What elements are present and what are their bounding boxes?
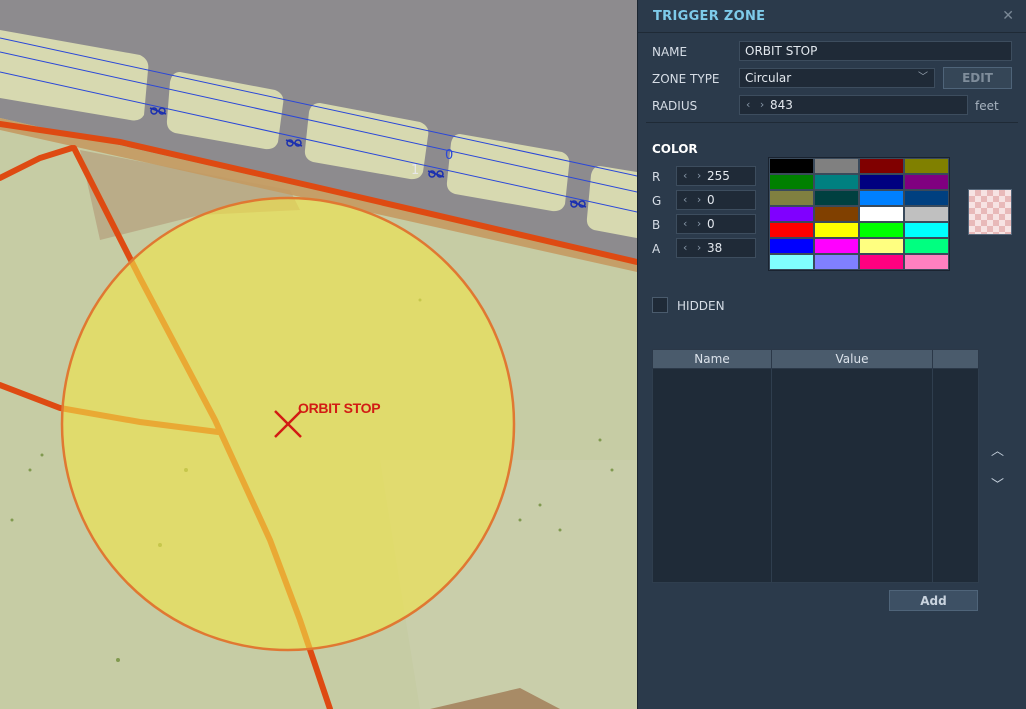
color-swatch[interactable] [769, 206, 814, 222]
hidden-label: HIDDEN [677, 299, 725, 313]
color-swatch[interactable] [769, 174, 814, 190]
color-swatch[interactable] [769, 158, 814, 174]
a-stepper[interactable]: ‹ › 38 [676, 238, 756, 258]
radius-value: 843 [770, 98, 793, 112]
zone-type-value: Circular [745, 71, 792, 85]
color-swatch[interactable] [769, 238, 814, 254]
color-swatch[interactable] [814, 174, 859, 190]
table-cell[interactable] [932, 368, 979, 583]
column-header-value[interactable]: Value [771, 349, 933, 369]
spinner-arrows-icon[interactable]: ‹ › [683, 215, 704, 233]
a-label: A [652, 242, 661, 256]
map-number-label: 0 [445, 148, 454, 163]
column-header-name[interactable]: Name [652, 349, 772, 369]
color-swatch[interactable] [904, 222, 949, 238]
color-swatch[interactable] [769, 254, 814, 270]
g-label: G [652, 194, 662, 208]
color-swatch[interactable] [859, 206, 904, 222]
color-swatch[interactable] [859, 254, 904, 270]
edit-button[interactable]: EDIT [943, 67, 1012, 89]
r-stepper[interactable]: ‹ › 255 [676, 166, 756, 186]
spinner-arrows-icon[interactable]: ‹ › [683, 191, 704, 209]
color-swatch[interactable] [904, 174, 949, 190]
add-button[interactable]: Add [889, 590, 978, 611]
color-swatch[interactable] [904, 238, 949, 254]
spinner-arrows-icon[interactable]: ‹ › [683, 167, 704, 185]
color-swatch[interactable] [904, 206, 949, 222]
radius-label: RADIUS [652, 99, 698, 113]
move-up-icon[interactable]: ︿ [991, 440, 1004, 459]
panel-title: TRIGGER ZONE [653, 9, 766, 24]
a-value: 38 [707, 241, 723, 255]
color-swatch[interactable] [769, 190, 814, 206]
color-swatch[interactable] [904, 190, 949, 206]
divider [646, 122, 1018, 123]
b-value: 0 [707, 217, 715, 231]
r-label: R [652, 170, 661, 184]
color-swatch[interactable] [859, 222, 904, 238]
move-down-icon[interactable]: ﹀ [991, 474, 1004, 493]
g-stepper[interactable]: ‹ › 0 [676, 190, 756, 210]
color-swatch[interactable] [814, 158, 859, 174]
color-swatch[interactable] [904, 254, 949, 270]
color-swatch[interactable] [859, 190, 904, 206]
zone-type-label: ZONE TYPE [652, 72, 720, 86]
close-icon[interactable]: ✕ [1002, 8, 1014, 24]
table-cell[interactable] [771, 368, 933, 583]
map-view[interactable]: ORBIT STOP 1 0 [0, 0, 637, 709]
color-swatch[interactable] [814, 190, 859, 206]
color-preview [968, 189, 1012, 235]
color-swatch[interactable] [904, 158, 949, 174]
color-swatch[interactable] [814, 238, 859, 254]
color-heading: COLOR [652, 142, 698, 156]
spinner-arrows-icon[interactable]: ‹ › [746, 96, 767, 114]
zone-label: ORBIT STOP [298, 400, 381, 416]
trigger-zone-panel: TRIGGER ZONE ✕ NAME ORBIT STOP ZONE TYPE… [637, 0, 1026, 709]
properties-table: Name Value [652, 349, 979, 583]
name-input[interactable]: ORBIT STOP [739, 41, 1012, 61]
spinner-arrows-icon[interactable]: ‹ › [683, 239, 704, 257]
color-swatch[interactable] [859, 238, 904, 254]
hidden-checkbox[interactable] [652, 297, 668, 313]
column-header-blank [932, 349, 979, 369]
color-swatch[interactable] [769, 222, 814, 238]
map-canvas[interactable] [0, 0, 637, 709]
b-label: B [652, 218, 661, 232]
g-value: 0 [707, 193, 715, 207]
color-swatch[interactable] [814, 254, 859, 270]
color-swatch[interactable] [859, 158, 904, 174]
map-number-label: 1 [411, 163, 420, 178]
b-stepper[interactable]: ‹ › 0 [676, 214, 756, 234]
radius-stepper[interactable]: ‹ › 843 [739, 95, 968, 115]
color-swatch[interactable] [814, 206, 859, 222]
radius-unit: feet [975, 99, 999, 113]
chevron-down-icon: ﹀ [918, 72, 928, 83]
color-swatch[interactable] [859, 174, 904, 190]
r-value: 255 [707, 169, 730, 183]
divider [638, 32, 1026, 33]
name-label: NAME [652, 45, 688, 59]
color-swatch-grid [768, 157, 950, 271]
color-swatch[interactable] [814, 222, 859, 238]
table-cell[interactable] [652, 368, 772, 583]
zone-type-select[interactable]: Circular ﹀ [739, 68, 935, 88]
